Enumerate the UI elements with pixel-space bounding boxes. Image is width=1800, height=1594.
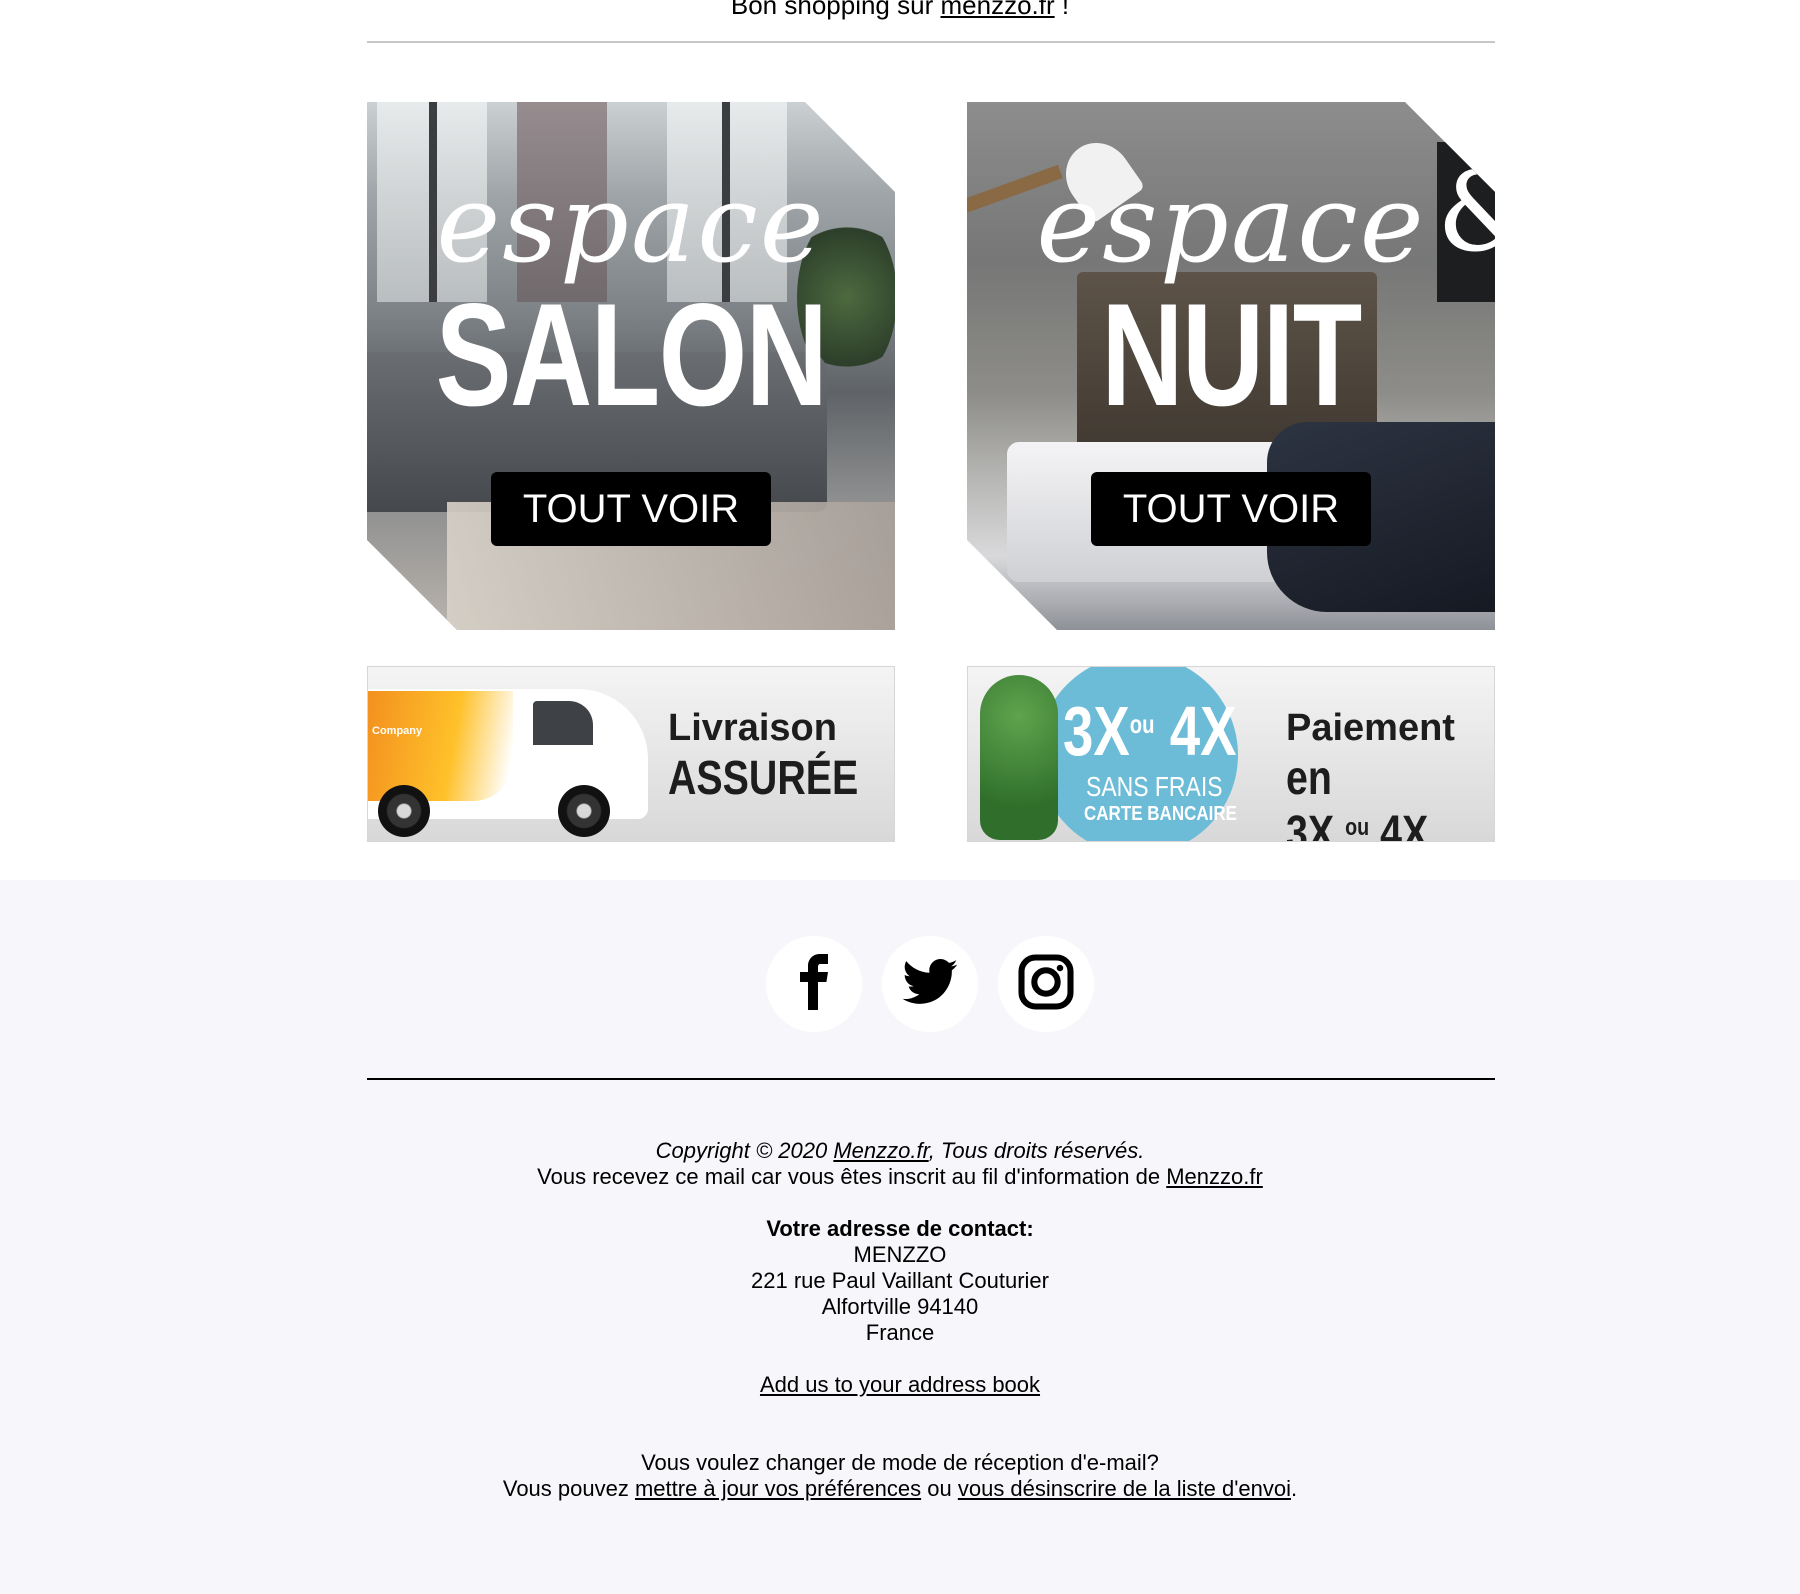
paiement-3x-4x-banner[interactable]: 3Xou 4X SANS FRAIS CARTE BANCAIRE Paieme… bbox=[967, 666, 1495, 842]
badge-ou: ou bbox=[1129, 709, 1155, 739]
tile-script-label: espace bbox=[436, 162, 826, 287]
contact-heading: Votre adresse de contact: bbox=[766, 1216, 1034, 1241]
address-line: France bbox=[865, 1320, 935, 1345]
preferences-line: Vous pouvez mettre à jour vos préférence… bbox=[0, 1476, 1800, 1502]
badge-3x-4x: 3Xou 4X bbox=[1063, 689, 1237, 766]
change-mode-text: Vous voulez changer de mode de réception… bbox=[641, 1450, 1159, 1475]
copyright-menzzo-link[interactable]: Menzzo.fr bbox=[833, 1138, 928, 1163]
badge-3x: 3X bbox=[1063, 692, 1130, 770]
subscription-reason: Vous recevez ce mail car vous êtes inscr… bbox=[0, 1164, 1800, 1190]
prefs-end: . bbox=[1291, 1476, 1298, 1501]
twitter-link[interactable] bbox=[882, 936, 978, 1032]
address-line: 221 rue Paul Vaillant Couturier bbox=[751, 1268, 1049, 1293]
van-window bbox=[533, 701, 593, 745]
van-wheel bbox=[378, 785, 430, 837]
badge-4x: 4X bbox=[1169, 692, 1237, 770]
copyright-prefix: Copyright © 2020 bbox=[655, 1138, 828, 1163]
van-logo: Company bbox=[372, 725, 423, 737]
footer-divider bbox=[367, 1078, 1495, 1080]
copyright-suffix: , Tous droits réservés. bbox=[928, 1138, 1145, 1163]
top-divider bbox=[367, 41, 1495, 43]
tile-title: NUIT bbox=[1101, 273, 1362, 436]
assuree-label: ASSURÉE bbox=[668, 752, 859, 805]
mascot-image bbox=[980, 675, 1058, 840]
prefs-or: ou bbox=[927, 1476, 952, 1501]
livraison-label: Livraison bbox=[668, 707, 837, 749]
paiement-label: Paiement bbox=[1286, 707, 1455, 749]
shopping-tagline: Bon shopping sur menzzo.fr ! bbox=[0, 0, 1800, 20]
add-address-book-link[interactable]: Add us to your address book bbox=[760, 1372, 1040, 1397]
menzzo-link[interactable]: menzzo.fr bbox=[940, 0, 1054, 20]
espace-salon-tile[interactable]: espace SALON TOUT VOIR bbox=[367, 102, 895, 630]
instagram-icon bbox=[1018, 953, 1074, 1015]
tile-script-label: espace bbox=[1036, 162, 1426, 287]
livraison-assuree-banner[interactable]: Company Livraison ASSURÉE bbox=[367, 666, 895, 842]
tout-voir-button[interactable]: TOUT VOIR bbox=[491, 472, 771, 546]
van-stripe bbox=[368, 691, 513, 801]
badge-sans-frais: SANS FRAIS bbox=[1086, 771, 1223, 802]
espace-nuit-tile[interactable]: & espace NUIT TOUT VOIR bbox=[967, 102, 1495, 630]
tagline-prefix: Bon shopping sur bbox=[730, 0, 934, 20]
address-line: Alfortville 94140 bbox=[821, 1294, 979, 1319]
address-line: MENZZO bbox=[853, 1242, 947, 1267]
tout-voir-button[interactable]: TOUT VOIR bbox=[1091, 472, 1371, 546]
unsubscribe-link[interactable]: vous désinscrire de la liste d'envoi bbox=[958, 1476, 1291, 1501]
reason-menzzo-link[interactable]: Menzzo.fr bbox=[1166, 1164, 1263, 1189]
update-preferences-link[interactable]: mettre à jour vos préférences bbox=[635, 1476, 921, 1501]
twitter-icon bbox=[902, 958, 958, 1010]
paiement-ou: ou bbox=[1345, 814, 1370, 841]
footer: Copyright © 2020 Menzzo.fr, Tous droits … bbox=[0, 880, 1800, 1594]
address-book-row: Add us to your address book bbox=[0, 1372, 1800, 1398]
paiement-4x: 4X bbox=[1380, 807, 1429, 842]
prefs-prefix: Vous pouvez bbox=[502, 1476, 629, 1501]
van-wheel bbox=[558, 785, 610, 837]
copyright-line: Copyright © 2020 Menzzo.fr, Tous droits … bbox=[0, 1138, 1800, 1164]
reason-text: Vous recevez ce mail car vous êtes inscr… bbox=[537, 1164, 1161, 1189]
facebook-icon bbox=[794, 953, 834, 1015]
paiement-3x: en 3X bbox=[1286, 752, 1335, 842]
paiement-options: en 3X ou 4X bbox=[1286, 751, 1457, 842]
tile-title: SALON bbox=[435, 273, 828, 436]
badge-carte-bancaire: CARTE BANCAIRE bbox=[1084, 803, 1237, 825]
facebook-link[interactable] bbox=[766, 936, 862, 1032]
tagline-suffix: ! bbox=[1061, 0, 1070, 20]
instagram-link[interactable] bbox=[998, 936, 1094, 1032]
